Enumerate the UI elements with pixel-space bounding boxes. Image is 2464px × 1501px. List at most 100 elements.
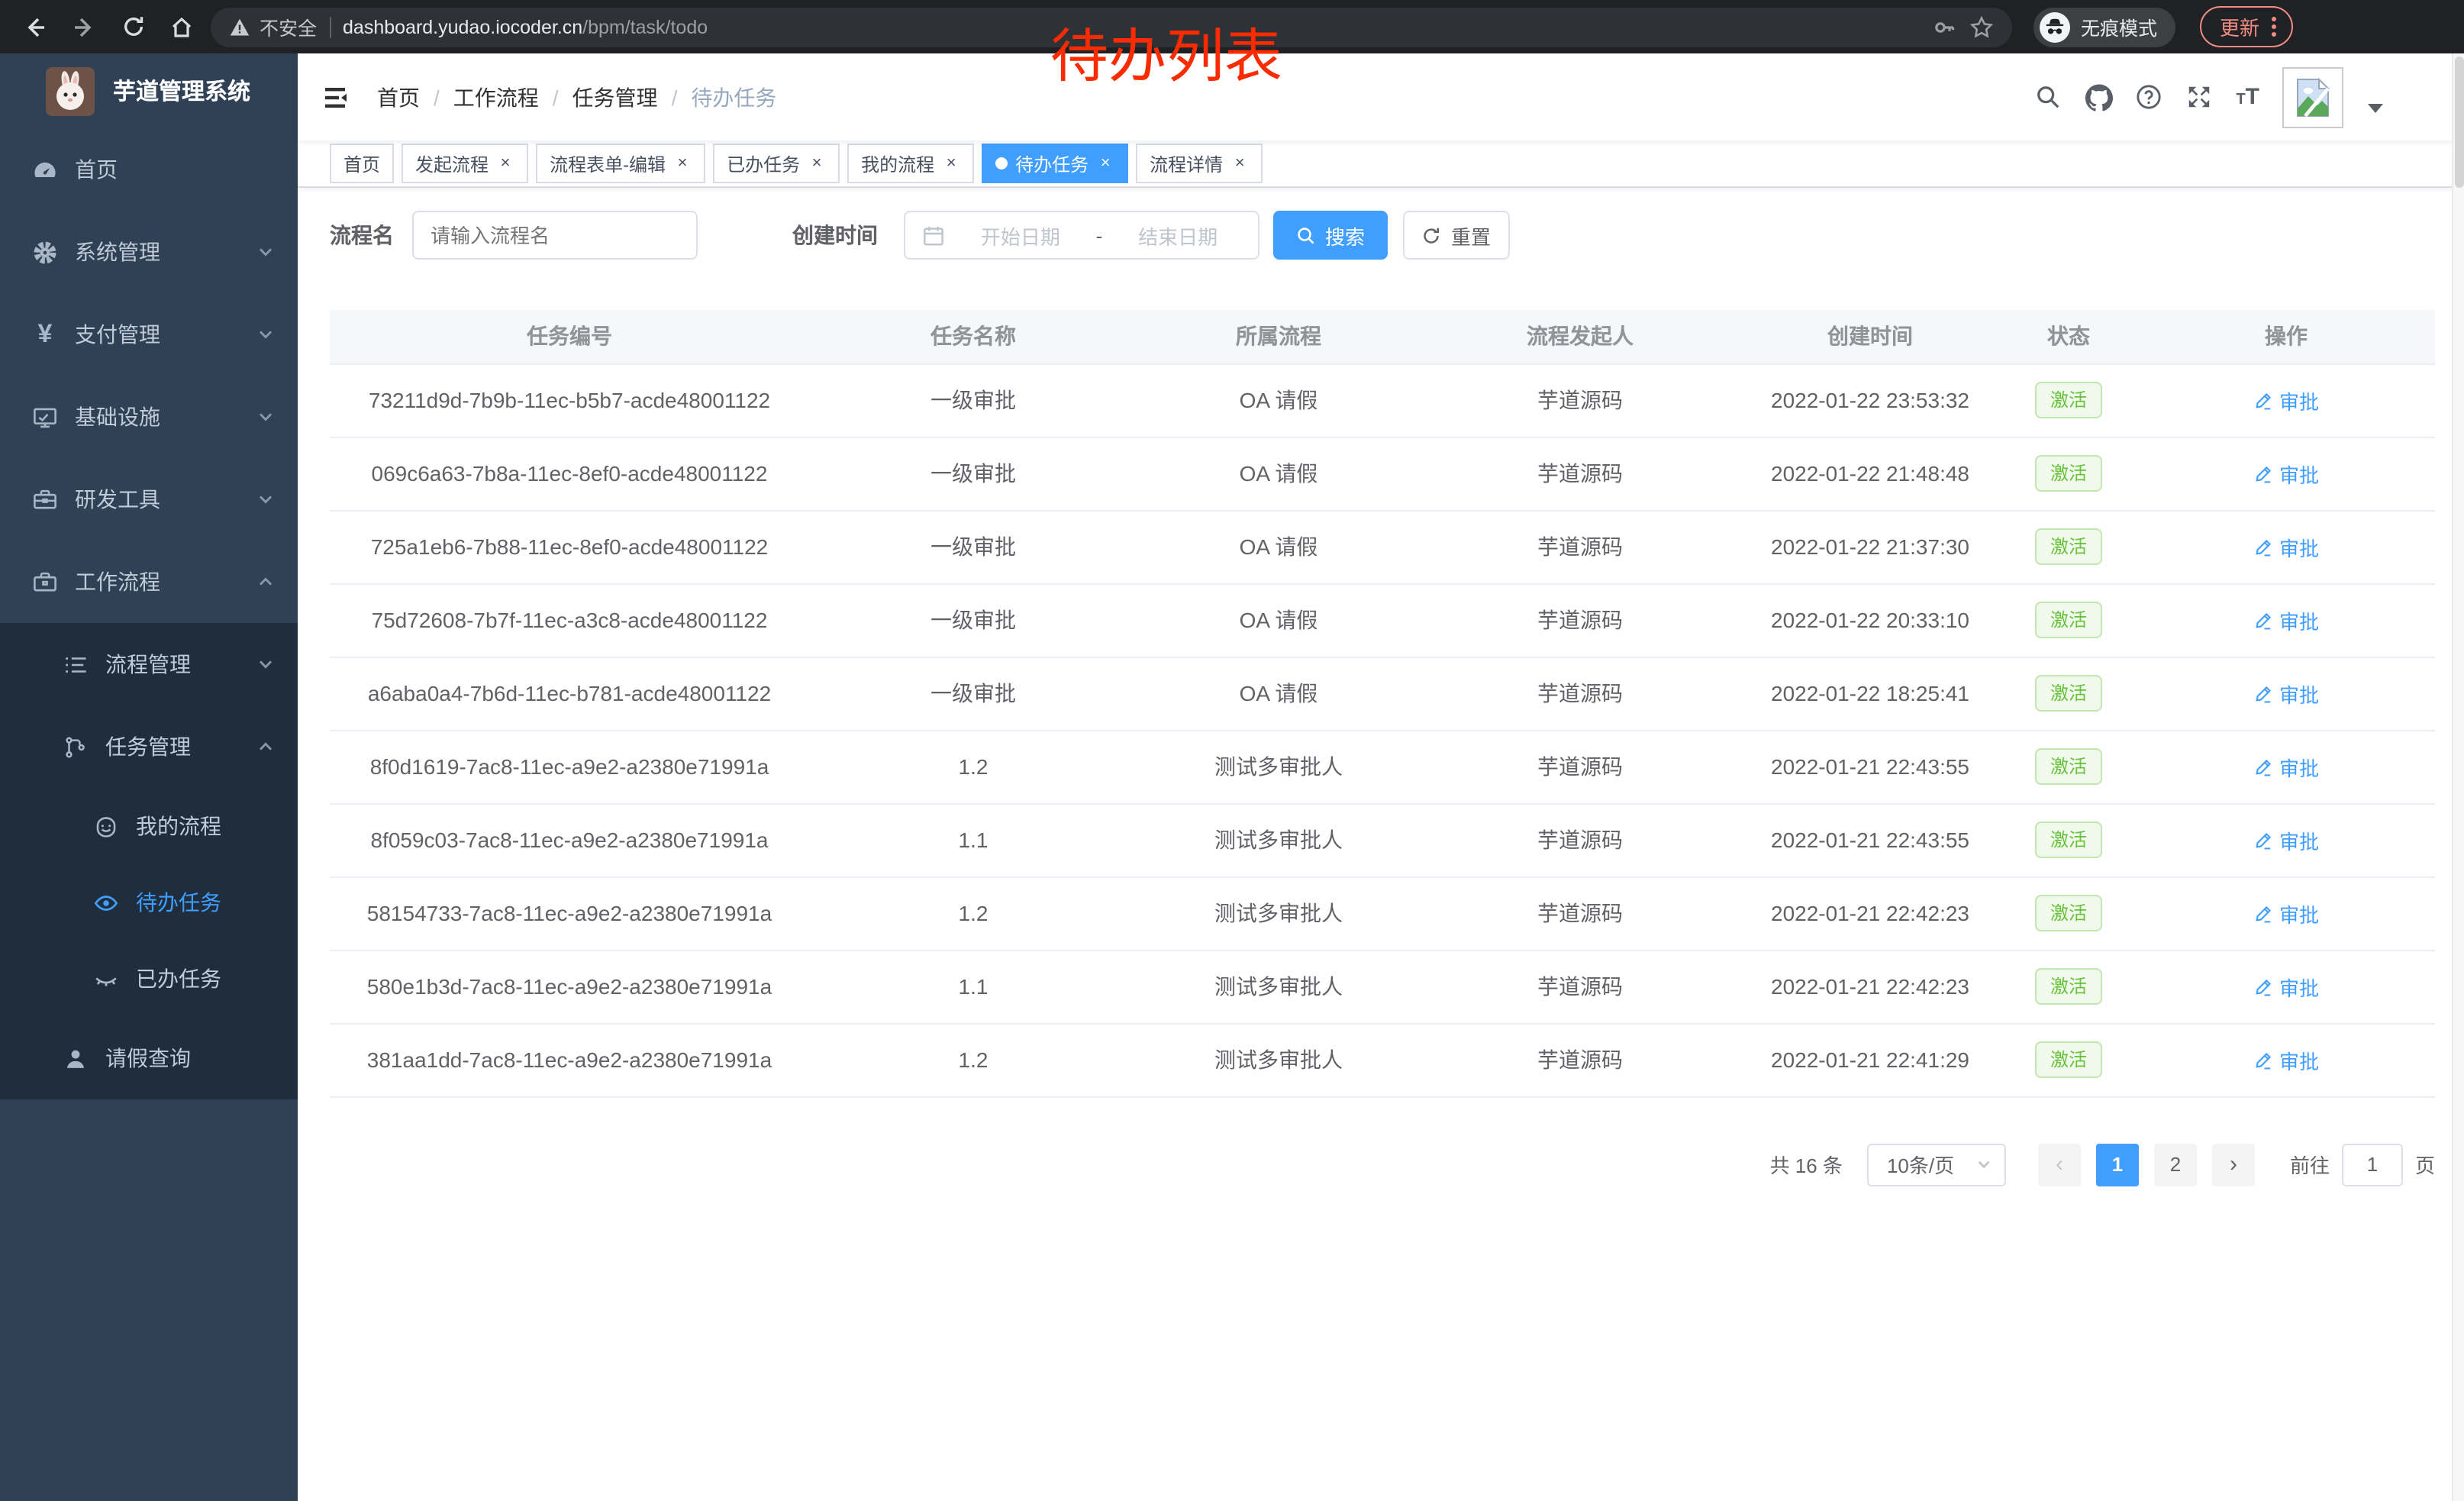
cell-task-id: 069c6a63-7b8a-11ec-8ef0-acde48001122 bbox=[330, 437, 809, 510]
process-name-input[interactable] bbox=[412, 211, 698, 260]
sidebar-item-process-mgmt[interactable]: 流程管理 bbox=[0, 623, 298, 705]
reset-button[interactable]: 重置 bbox=[1403, 211, 1510, 260]
browser-menu-icon[interactable] bbox=[2272, 17, 2276, 37]
page-button-2[interactable]: 2 bbox=[2154, 1143, 2197, 1186]
sidebar-item-label: 待办任务 bbox=[136, 887, 221, 918]
approve-link[interactable]: 审批 bbox=[2253, 532, 2319, 561]
prev-page-button[interactable]: ‹ bbox=[2038, 1143, 2081, 1186]
scrollbar[interactable] bbox=[2452, 53, 2464, 1501]
approve-label: 审批 bbox=[2279, 459, 2319, 488]
list-icon bbox=[63, 651, 89, 677]
approve-link[interactable]: 审批 bbox=[2253, 899, 2319, 928]
sidebar-item-payment[interactable]: ¥ 支付管理 bbox=[0, 293, 298, 376]
tab-start-process[interactable]: 发起流程× bbox=[402, 144, 528, 183]
sidebar-item-label: 研发工具 bbox=[75, 484, 160, 515]
cell-process: OA 请假 bbox=[1137, 583, 1420, 657]
cell-initiator: 芋道源码 bbox=[1420, 803, 1740, 876]
close-icon[interactable]: × bbox=[1096, 154, 1114, 173]
incognito-label: 无痕模式 bbox=[2081, 12, 2157, 41]
approve-link[interactable]: 审批 bbox=[2253, 752, 2319, 781]
tab-process-detail[interactable]: 流程详情× bbox=[1136, 144, 1263, 183]
cell-task-id: 8f059c03-7ac8-11ec-a9e2-a2380e71991a bbox=[330, 803, 809, 876]
sidebar-item-label: 工作流程 bbox=[75, 567, 160, 597]
col-created: 创建时间 bbox=[1740, 310, 2000, 363]
edit-icon bbox=[2253, 1050, 2273, 1070]
sidebar-item-leave-query[interactable]: 请假查询 bbox=[0, 1017, 298, 1099]
url-bar[interactable]: 不安全 dashboard.yudao.iocoder.cn/bpm/task/… bbox=[211, 7, 2012, 47]
close-icon[interactable]: × bbox=[673, 154, 692, 173]
avatar[interactable] bbox=[2282, 66, 2343, 128]
sidebar-item-home[interactable]: 首页 bbox=[0, 128, 298, 211]
github-icon[interactable] bbox=[2085, 83, 2112, 111]
cell-created: 2022-01-22 20:33:10 bbox=[1740, 583, 2000, 657]
close-icon[interactable]: × bbox=[942, 154, 960, 173]
sidebar-item-infra[interactable]: 基础设施 bbox=[0, 376, 298, 458]
goto-page-input[interactable] bbox=[2342, 1143, 2403, 1186]
page-button-1[interactable]: 1 bbox=[2096, 1143, 2139, 1186]
home-icon[interactable] bbox=[162, 7, 202, 47]
reload-icon[interactable] bbox=[113, 7, 153, 47]
forward-icon[interactable] bbox=[64, 7, 104, 47]
sidebar-item-todo-tasks[interactable]: 待办任务 bbox=[0, 864, 298, 941]
status-badge: 激活 bbox=[2035, 602, 2102, 638]
fullscreen-icon[interactable] bbox=[2185, 83, 2213, 111]
app-logo[interactable]: 芋道管理系统 bbox=[0, 53, 298, 128]
sidebar-collapse-icon[interactable] bbox=[322, 82, 353, 112]
tab-home[interactable]: 首页 bbox=[330, 144, 394, 183]
sidebar-item-task-mgmt[interactable]: 任务管理 bbox=[0, 705, 298, 788]
breadcrumb-item[interactable]: 任务管理 bbox=[572, 82, 658, 112]
cell-created: 2022-01-22 23:53:32 bbox=[1740, 363, 2000, 437]
tabs-bar: 首页 发起流程× 流程表单-编辑× 已办任务 × 我的流程× 待办任务 × 流程详情… bbox=[298, 140, 2464, 188]
sidebar-item-workflow[interactable]: 工作流程 bbox=[0, 541, 298, 623]
table-row: a6aba0a4-7b6d-11ec-b781-acde48001122 一级审… bbox=[330, 657, 2435, 730]
incognito-icon bbox=[2040, 11, 2070, 42]
font-size-icon[interactable]: TT bbox=[2236, 86, 2259, 108]
security-warning[interactable]: 不安全 bbox=[229, 12, 317, 41]
status-badge: 激活 bbox=[2035, 748, 2102, 785]
password-key-icon[interactable] bbox=[1933, 15, 1957, 39]
bookmark-star-icon[interactable] bbox=[1969, 15, 1994, 39]
monitor-icon bbox=[32, 404, 58, 430]
close-icon[interactable]: × bbox=[496, 154, 514, 173]
browser-chrome: 不安全 dashboard.yudao.iocoder.cn/bpm/task/… bbox=[0, 0, 2464, 53]
caret-down-icon[interactable] bbox=[2366, 102, 2385, 114]
search-button[interactable]: 搜索 bbox=[1273, 211, 1388, 260]
tab-todo-tasks[interactable]: 待办任务 × bbox=[982, 144, 1128, 183]
cell-actions: 审批 bbox=[2137, 363, 2435, 437]
cell-actions: 审批 bbox=[2137, 730, 2435, 803]
update-button[interactable]: 更新 bbox=[2200, 6, 2293, 47]
help-icon[interactable] bbox=[2135, 83, 2162, 111]
tab-my-process[interactable]: 我的流程× bbox=[847, 144, 974, 183]
approve-label: 审批 bbox=[2279, 899, 2319, 928]
close-icon[interactable]: × bbox=[808, 154, 826, 173]
scrollbar-thumb[interactable] bbox=[2455, 56, 2464, 188]
sidebar-item-system[interactable]: 系统管理 bbox=[0, 211, 298, 293]
approve-link[interactable]: 审批 bbox=[2253, 605, 2319, 634]
date-range-input[interactable]: 开始日期 - 结束日期 bbox=[904, 211, 1259, 260]
cell-task-id: 8f0d1619-7ac8-11ec-a9e2-a2380e71991a bbox=[330, 730, 809, 803]
back-icon[interactable] bbox=[15, 7, 55, 47]
cell-status: 激活 bbox=[2000, 730, 2137, 803]
breadcrumb-item[interactable]: 工作流程 bbox=[453, 82, 539, 112]
tab-label: 已办任务 bbox=[727, 150, 800, 176]
cell-task-name: 一级审批 bbox=[809, 363, 1137, 437]
tab-process-form-edit[interactable]: 流程表单-编辑× bbox=[536, 144, 705, 183]
breadcrumb-item[interactable]: 首页 bbox=[377, 82, 420, 112]
approve-link[interactable]: 审批 bbox=[2253, 386, 2319, 415]
tab-done-tasks[interactable]: 已办任务 × bbox=[713, 144, 840, 183]
tab-label: 待办任务 bbox=[1015, 150, 1088, 176]
approve-link[interactable]: 审批 bbox=[2253, 825, 2319, 854]
approve-link[interactable]: 审批 bbox=[2253, 459, 2319, 488]
logo-rabbit-image bbox=[46, 66, 95, 115]
next-page-button[interactable]: › bbox=[2212, 1143, 2255, 1186]
approve-link[interactable]: 审批 bbox=[2253, 1045, 2319, 1074]
sidebar-item-my-process[interactable]: 我的流程 bbox=[0, 788, 298, 864]
approve-link[interactable]: 审批 bbox=[2253, 679, 2319, 708]
close-icon[interactable]: × bbox=[1230, 154, 1249, 173]
sidebar-item-done-tasks[interactable]: 已办任务 bbox=[0, 941, 298, 1017]
approve-link[interactable]: 审批 bbox=[2253, 972, 2319, 1001]
search-icon[interactable] bbox=[2034, 83, 2062, 111]
cell-created: 2022-01-21 22:42:23 bbox=[1740, 950, 2000, 1023]
sidebar-item-devtools[interactable]: 研发工具 bbox=[0, 458, 298, 541]
page-size-select[interactable]: 10条/页 bbox=[1867, 1143, 2006, 1186]
